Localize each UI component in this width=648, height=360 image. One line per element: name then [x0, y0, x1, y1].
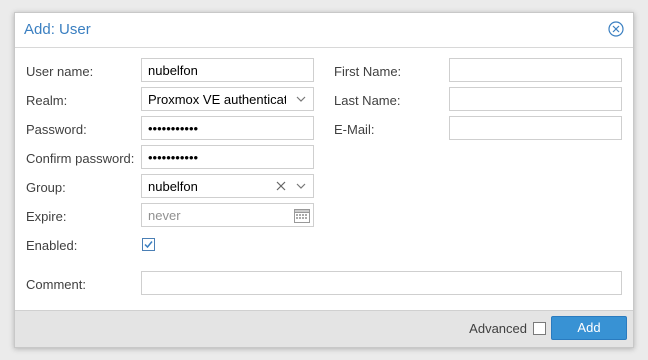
chevron-down-icon[interactable] [291, 88, 311, 110]
expire-label: Expire: [26, 209, 67, 224]
password-label: Password: [26, 122, 87, 137]
password-field[interactable]: ••••••••••• [141, 116, 314, 140]
group-value: nubelfon [148, 179, 198, 194]
chevron-down-icon[interactable] [291, 175, 311, 197]
last-name-label: Last Name: [334, 93, 401, 108]
close-icon[interactable] [608, 21, 624, 37]
expire-placeholder: never [148, 208, 181, 223]
comment-label: Comment: [26, 277, 86, 292]
username-label: User name: [26, 64, 94, 79]
advanced-checkbox[interactable] [533, 322, 546, 335]
group-label: Group: [26, 180, 66, 195]
dialog-titlebar: Add: User [15, 13, 633, 48]
expire-datefield[interactable]: never [141, 203, 314, 227]
realm-label: Realm: [26, 93, 68, 108]
last-name-field[interactable] [449, 87, 622, 111]
realm-select[interactable]: Proxmox VE authenticat [141, 87, 314, 111]
advanced-label: Advanced [469, 321, 527, 336]
clear-x-icon[interactable] [271, 175, 291, 197]
comment-field[interactable] [141, 271, 622, 295]
password-value: ••••••••••• [148, 121, 199, 136]
checkmark-icon [144, 241, 153, 249]
enabled-checkbox[interactable] [142, 238, 155, 251]
confirm-password-value: ••••••••••• [148, 150, 199, 165]
group-select[interactable]: nubelfon [141, 174, 314, 198]
confirm-password-field[interactable]: ••••••••••• [141, 145, 314, 169]
email-label: E-Mail: [334, 122, 375, 137]
username-value: nubelfon [148, 63, 198, 78]
realm-value: Proxmox VE authenticat [148, 92, 286, 107]
first-name-field[interactable] [449, 58, 622, 82]
dialog-title: Add: User [24, 21, 91, 38]
calendar-icon[interactable] [292, 204, 312, 226]
dialog-footer: Advanced Add [15, 310, 633, 347]
first-name-label: First Name: [334, 64, 402, 79]
enabled-label: Enabled: [26, 238, 78, 253]
username-field[interactable]: nubelfon [141, 58, 314, 82]
email-field[interactable] [449, 116, 622, 140]
confirm-password-label: Confirm password: [26, 151, 135, 166]
add-button[interactable]: Add [551, 316, 627, 340]
add-user-dialog: Add: User User name: nubelfon Realm: Pro… [14, 12, 634, 348]
